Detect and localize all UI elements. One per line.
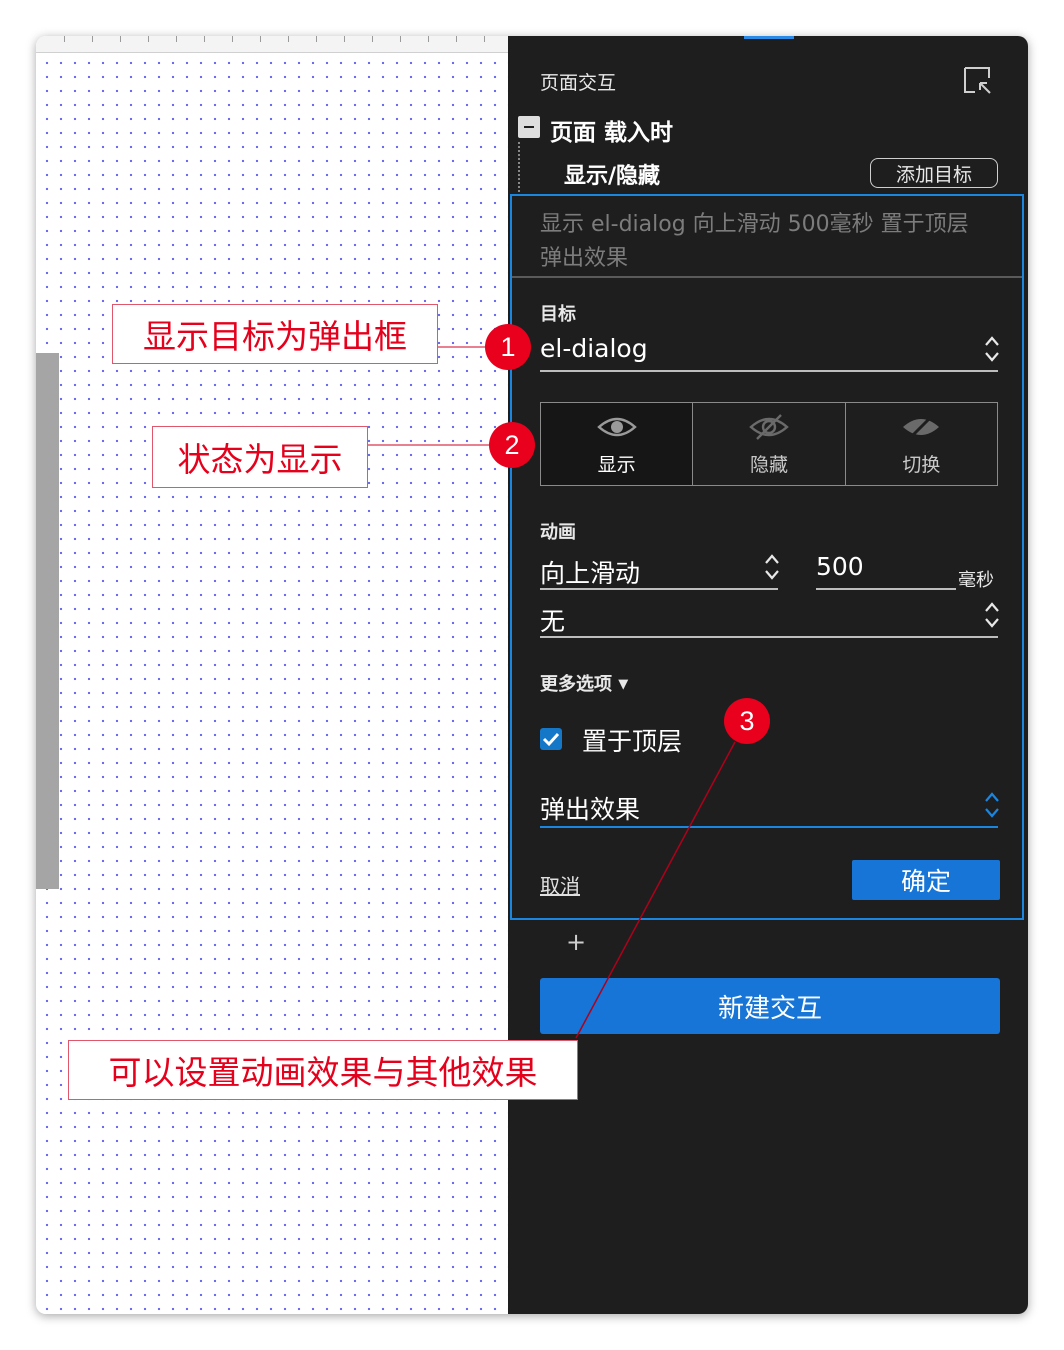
animation-type-value[interactable]: 向上滑动: [540, 554, 640, 590]
checkmark-icon: [542, 732, 560, 747]
event-label: 页面 载入时: [550, 120, 674, 146]
duration-underline: [816, 588, 956, 590]
confirm-button[interactable]: 确定: [852, 860, 1000, 900]
easing-value[interactable]: 无: [540, 602, 565, 638]
horizontal-ruler: [36, 36, 508, 53]
add-target-button[interactable]: 添加目标: [870, 158, 998, 188]
easing-underline: [540, 636, 998, 638]
annotation-callout-1: 显示目标为弹出框: [112, 304, 438, 364]
state-option-show-label: 显示: [597, 454, 636, 476]
eye-toggle-icon: [903, 415, 940, 439]
duration-input[interactable]: 500: [816, 552, 864, 581]
active-tab-indicator: [744, 36, 794, 39]
state-option-hide[interactable]: 隐藏: [693, 403, 846, 485]
panel-title: 页面交互: [540, 72, 617, 94]
triangle-down-icon: ▼: [618, 677, 629, 692]
summary-line-1: 显示 el-dialog 向上滑动 500毫秒 置于顶层: [540, 212, 969, 237]
collapse-panel-icon[interactable]: [963, 66, 991, 94]
animation-type-underline: [540, 588, 778, 590]
target-underline: [540, 370, 998, 372]
summary-divider: [512, 276, 1022, 278]
interaction-panel: 页面交互 页面 载入时 显示/隐藏 添加目标 显示 el-dialog 向上滑动…: [508, 36, 1028, 1314]
target-select-value[interactable]: el-dialog: [540, 334, 648, 363]
state-option-toggle-label: 切换: [902, 454, 941, 476]
animation-type-updown-icon[interactable]: [764, 552, 780, 582]
annotation-badge-3: 3: [724, 698, 770, 744]
eye-off-icon: [749, 414, 789, 440]
easing-updown-icon[interactable]: [984, 600, 1000, 630]
effect-select-value[interactable]: 弹出效果: [540, 790, 640, 826]
design-canvas[interactable]: [36, 36, 508, 1314]
canvas-scrollbar[interactable]: [36, 353, 59, 889]
bring-to-front-label: 置于顶层: [582, 727, 683, 756]
tree-connector: [518, 142, 520, 192]
effect-underline: [540, 826, 998, 828]
duration-unit: 毫秒: [958, 570, 994, 591]
add-action-button[interactable]: +: [566, 928, 586, 956]
action-label: 显示/隐藏: [564, 164, 661, 189]
annotation-callout-2: 状态为显示: [152, 426, 368, 488]
annotation-badge-1: 1: [485, 324, 531, 370]
animation-label: 动画: [540, 522, 576, 543]
target-label: 目标: [540, 304, 576, 325]
state-option-toggle[interactable]: 切换: [846, 403, 997, 485]
annotation-callout-3: 可以设置动画效果与其他效果: [68, 1040, 578, 1100]
action-summary: 显示 el-dialog 向上滑动 500毫秒 置于顶层 弹出效果: [540, 208, 1000, 276]
eye-icon: [596, 417, 637, 437]
annotation-badge-2: 2: [489, 422, 535, 468]
state-option-hide-label: 隐藏: [749, 454, 788, 476]
state-segmented-control: 显示 隐藏 切换: [540, 402, 998, 486]
state-option-show[interactable]: 显示: [541, 403, 694, 485]
new-interaction-button[interactable]: 新建交互: [540, 978, 1000, 1034]
summary-line-2: 弹出效果: [540, 246, 629, 271]
more-options-label: 更多选项: [540, 674, 612, 695]
target-updown-icon[interactable]: [984, 334, 1000, 364]
collapse-event-icon[interactable]: [518, 116, 540, 138]
more-options-toggle[interactable]: 更多选项 ▼: [540, 670, 628, 696]
action-editor: 显示 el-dialog 向上滑动 500毫秒 置于顶层 弹出效果 目标 el-…: [510, 194, 1024, 920]
app-window: 页面交互 页面 载入时 显示/隐藏 添加目标 显示 el-dialog 向上滑动…: [36, 36, 1028, 1314]
effect-updown-icon[interactable]: [984, 790, 1000, 820]
cancel-link[interactable]: 取消: [540, 870, 580, 899]
bring-to-front-checkbox[interactable]: [540, 728, 562, 750]
